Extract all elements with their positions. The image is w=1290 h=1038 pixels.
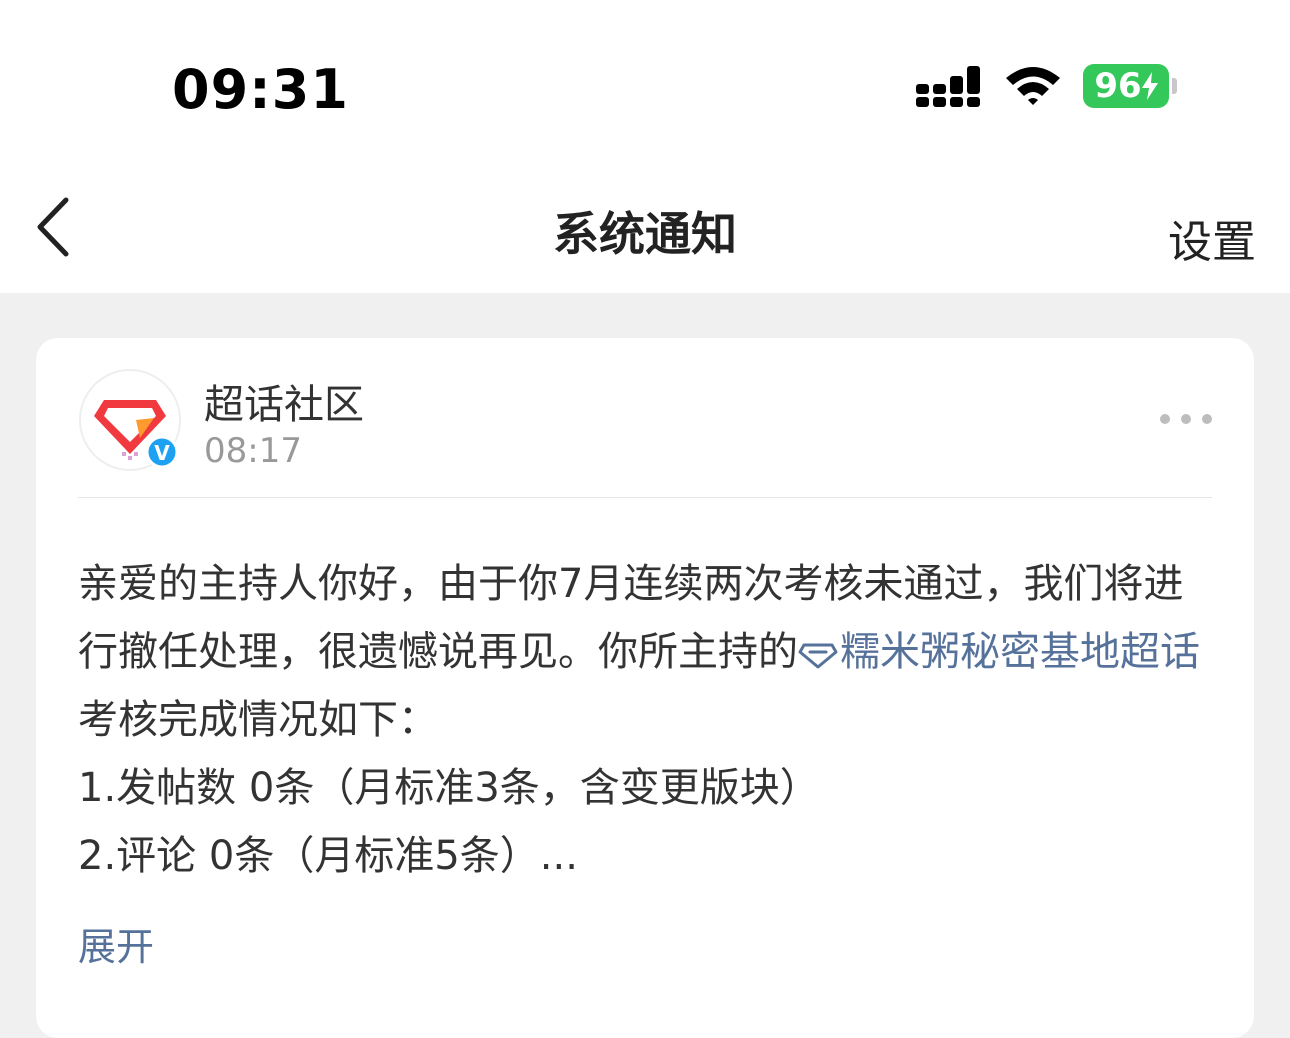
message-after-topic: 考核完成情况如下：	[78, 697, 438, 743]
cellular-signal-icon	[916, 66, 980, 107]
notification-card: V 超话社区 08:17 亲爱的主持人你好，由于你7月连续两次考核未通过，我们将…	[36, 338, 1254, 1038]
topic-name: 糯米粥秘密基地超话	[840, 629, 1200, 675]
charging-bolt-icon	[1141, 72, 1158, 100]
battery-level: 96	[1094, 66, 1142, 106]
page-title: 系统通知	[553, 207, 737, 261]
message-line-2: 2.评论 0条（月标准5条）...	[78, 833, 578, 879]
avatar[interactable]: V	[78, 368, 182, 472]
divider	[78, 497, 1212, 498]
post-time: 08:17	[204, 431, 302, 471]
verified-badge-icon: V	[145, 435, 179, 469]
battery-tip	[1172, 78, 1177, 94]
battery-charging-icon: 96	[1083, 64, 1169, 108]
settings-button[interactable]: 设置	[1168, 206, 1256, 270]
navigation-bar: 系统通知 设置	[0, 160, 1290, 293]
status-time: 09:31	[172, 58, 349, 121]
notification-message: 亲爱的主持人你好，由于你7月连续两次考核未通过，我们将进行撤任处理，很遗憾说再见…	[78, 550, 1218, 890]
sender-name[interactable]: 超话社区	[204, 372, 364, 430]
diamond-icon	[798, 643, 838, 669]
wifi-icon	[1006, 67, 1060, 105]
status-bar: 09:31 96	[0, 0, 1290, 160]
message-paragraph: 亲爱的主持人你好，由于你7月连续两次考核未通过，我们将进行撤任处理，很遗憾说再见…	[78, 550, 1218, 754]
topic-link[interactable]: 糯米粥秘密基地超话	[798, 629, 1200, 675]
verified-badge-label: V	[154, 441, 170, 465]
ellipsis-icon[interactable]	[1156, 410, 1216, 428]
message-line-1: 1.发帖数 0条（月标准3条，含变更版块）	[78, 765, 820, 811]
expand-button[interactable]: 展开	[78, 916, 154, 971]
